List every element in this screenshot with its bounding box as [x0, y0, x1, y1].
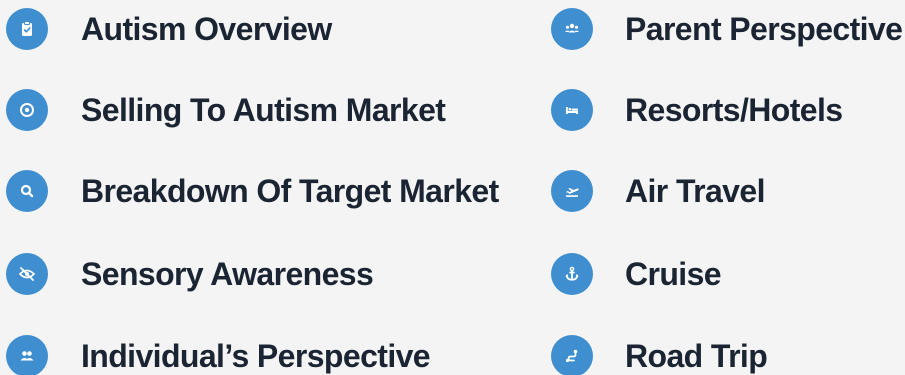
users-icon — [6, 335, 48, 375]
menu-item-selling-to-autism-market[interactable]: Selling To Autism Market — [6, 89, 446, 131]
target-icon — [6, 89, 48, 131]
menu-item-breakdown-of-target-market[interactable]: Breakdown Of Target Market — [6, 170, 499, 212]
route-icon — [551, 335, 593, 375]
menu-item-road-trip[interactable]: Road Trip — [551, 335, 768, 375]
menu-item-label: Resorts/Hotels — [625, 92, 843, 128]
menu-item-resorts-hotels[interactable]: Resorts/Hotels — [551, 89, 843, 131]
menu-item-autism-overview[interactable]: Autism Overview — [6, 8, 332, 50]
menu-item-label: Autism Overview — [81, 11, 332, 47]
menu-item-label: Individual’s Perspective — [81, 338, 431, 374]
plane-departure-icon — [551, 170, 593, 212]
menu-item-parent-perspective[interactable]: Parent Perspective — [551, 8, 903, 50]
menu-item-air-travel[interactable]: Air Travel — [551, 170, 765, 212]
search-icon — [6, 170, 48, 212]
eye-slash-icon — [6, 253, 48, 295]
menu-item-label: Air Travel — [625, 173, 765, 209]
clipboard-icon — [6, 8, 48, 50]
menu-item-label: Parent Perspective — [625, 11, 903, 47]
menu-item-individuals-perspective[interactable]: Individual’s Perspective — [6, 335, 431, 375]
menu-item-label: Sensory Awareness — [81, 256, 374, 292]
group-icon — [551, 8, 593, 50]
menu-item-label: Breakdown Of Target Market — [81, 173, 499, 209]
menu-item-label: Selling To Autism Market — [81, 92, 446, 128]
menu-item-label: Cruise — [625, 256, 722, 292]
menu-item-cruise[interactable]: Cruise — [551, 253, 722, 295]
menu-item-label: Road Trip — [625, 338, 768, 374]
topic-menu: Autism Overview Selling To Autism Market… — [0, 0, 905, 375]
menu-item-sensory-awareness[interactable]: Sensory Awareness — [6, 253, 374, 295]
anchor-icon — [551, 253, 593, 295]
bed-icon — [551, 89, 593, 131]
